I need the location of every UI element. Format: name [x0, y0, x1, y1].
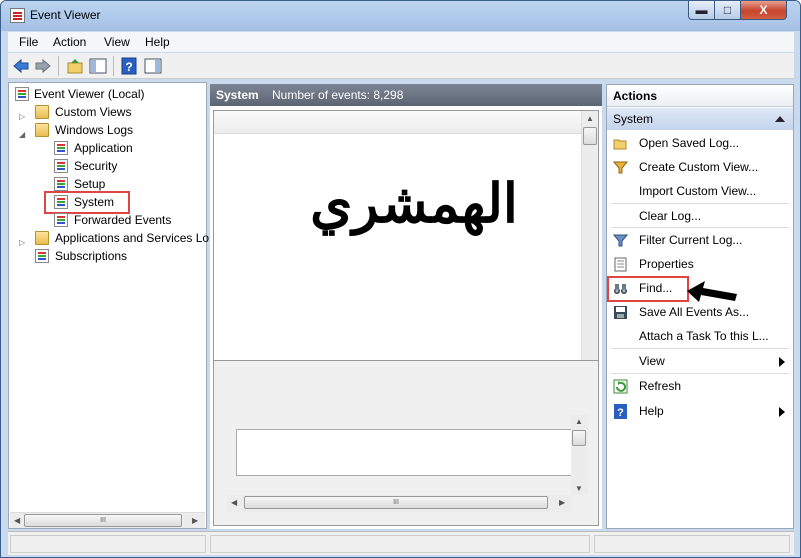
- log-header: System Number of events: 8,298: [210, 84, 602, 106]
- details-vertical-scrollbar[interactable]: ▲ ▼: [571, 415, 588, 495]
- action-properties[interactable]: Properties: [607, 253, 793, 275]
- scroll-thumb[interactable]: [583, 127, 597, 145]
- status-segment: [210, 535, 590, 553]
- menu-action[interactable]: Action: [53, 35, 86, 49]
- action-help[interactable]: ? Help: [607, 400, 793, 422]
- collapse-arrow-icon[interactable]: [775, 116, 785, 122]
- menu-bar: File Action View Help: [8, 32, 794, 52]
- menu-help[interactable]: Help: [145, 35, 170, 49]
- status-segment: [594, 535, 790, 553]
- log-icon: [54, 213, 68, 227]
- title-bar[interactable]: Event Viewer ▬ □ X: [1, 1, 800, 31]
- scroll-thumb[interactable]: [572, 430, 586, 446]
- find-highlight-box: [607, 276, 689, 302]
- event-details-box: [236, 429, 576, 476]
- log-name: System: [216, 88, 259, 102]
- minimize-button[interactable]: ▬: [688, 1, 715, 20]
- actions-header: Actions: [607, 85, 793, 107]
- details-horizontal-scrollbar[interactable]: ◀ III ▶: [227, 495, 572, 512]
- submenu-arrow-icon: [779, 357, 785, 367]
- action-view[interactable]: View: [607, 350, 793, 372]
- status-segment: [10, 535, 206, 553]
- up-folder-icon[interactable]: [66, 57, 84, 75]
- action-attach-task[interactable]: Attach a Task To this L...: [607, 325, 793, 347]
- status-bar: [8, 531, 794, 555]
- svg-text:?: ?: [617, 407, 624, 419]
- help-icon: ?: [614, 404, 627, 419]
- toolbar: ?: [8, 53, 794, 79]
- scroll-thumb[interactable]: III: [24, 514, 182, 527]
- scroll-thumb[interactable]: III: [244, 496, 548, 509]
- close-button[interactable]: X: [740, 1, 787, 20]
- show-hide-action-pane-icon[interactable]: [144, 57, 162, 75]
- action-import-custom-view[interactable]: Import Custom View...: [607, 180, 793, 202]
- action-filter-current-log[interactable]: Filter Current Log...: [607, 229, 793, 251]
- help-icon[interactable]: ?: [120, 57, 138, 75]
- properties-icon: [614, 257, 627, 272]
- folder-icon: [35, 105, 49, 119]
- expand-icon[interactable]: ▷: [19, 234, 25, 252]
- event-viewer-window: Event Viewer ▬ □ X File Action View Help…: [0, 0, 801, 558]
- back-arrow-icon[interactable]: [12, 57, 30, 75]
- events-column-header: [214, 111, 581, 134]
- scroll-right-arrow-icon[interactable]: ▶: [559, 498, 565, 507]
- event-count: Number of events: 8,298: [272, 88, 404, 102]
- action-create-custom-view[interactable]: Create Custom View...: [607, 156, 793, 178]
- folder-icon: [35, 231, 49, 245]
- actions-section-label: System: [613, 112, 654, 126]
- maximize-button[interactable]: □: [714, 1, 741, 20]
- scroll-up-arrow-icon[interactable]: ▲: [586, 114, 594, 123]
- action-refresh[interactable]: Refresh: [607, 375, 793, 397]
- scroll-left-arrow-icon[interactable]: ◀: [231, 498, 237, 507]
- save-icon: [614, 306, 627, 319]
- action-clear-log[interactable]: Clear Log...: [607, 205, 793, 227]
- event-details-panel: ▲ ▼ ◀ III ▶: [213, 360, 599, 526]
- collapse-icon[interactable]: ◢: [19, 126, 25, 144]
- overlay-arabic-text: الهمشري: [310, 171, 518, 235]
- action-open-saved-log[interactable]: Open Saved Log...: [607, 132, 793, 154]
- folder-icon: [35, 123, 49, 137]
- refresh-icon: [613, 379, 628, 394]
- pointer-arrow-icon: [687, 281, 737, 302]
- filter-icon: [613, 161, 628, 174]
- scroll-down-arrow-icon[interactable]: ▼: [575, 484, 583, 493]
- open-folder-icon: [613, 139, 627, 150]
- scroll-left-arrow-icon[interactable]: ◀: [14, 516, 20, 525]
- scroll-right-arrow-icon[interactable]: ▶: [192, 516, 198, 525]
- log-icon: [54, 177, 68, 191]
- expand-icon[interactable]: ▷: [19, 108, 25, 126]
- show-hide-tree-icon[interactable]: [89, 57, 107, 75]
- subscription-icon: [35, 249, 49, 263]
- center-pane: System Number of events: 8,298 الهمشري ▲…: [210, 84, 602, 529]
- filter-icon: [613, 234, 628, 247]
- window-title: Event Viewer: [30, 8, 101, 22]
- tree-horizontal-scrollbar[interactable]: ◀ III ▶: [10, 512, 205, 528]
- forward-arrow-icon[interactable]: [34, 57, 52, 75]
- actions-section-system[interactable]: System: [607, 108, 793, 130]
- event-viewer-icon: [10, 8, 25, 23]
- scroll-up-arrow-icon[interactable]: ▲: [575, 417, 583, 426]
- svg-text:?: ?: [125, 60, 132, 74]
- event-viewer-icon: [15, 87, 29, 101]
- menu-view[interactable]: View: [104, 35, 130, 49]
- submenu-arrow-icon: [779, 407, 785, 417]
- console-tree: Event Viewer (Local) ▷ Custom Views ◢ Wi…: [8, 82, 209, 529]
- menu-file[interactable]: File: [19, 35, 38, 49]
- log-icon: [54, 141, 68, 155]
- log-icon: [54, 159, 68, 173]
